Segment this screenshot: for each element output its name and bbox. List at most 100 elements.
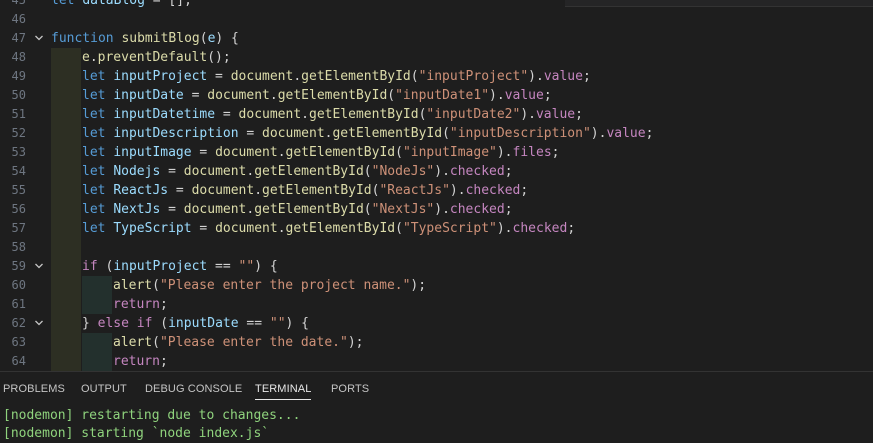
code-text: let inputDatetime = document.getElementB… <box>82 105 583 124</box>
code-line[interactable]: 59 if (inputProject == "") { <box>0 257 873 276</box>
code-line[interactable]: 64 return; <box>0 352 873 371</box>
code-line[interactable]: 52 let inputDescription = document.getEle… <box>0 124 873 143</box>
code-token: = <box>191 221 216 236</box>
code-token: ( <box>152 335 160 350</box>
tab-terminal[interactable]: TERMINAL <box>255 372 312 406</box>
code-token: checked <box>512 221 568 236</box>
code-token: ; <box>575 107 583 122</box>
panel-tabs: PROBLEMS OUTPUT DEBUG CONSOLE TERMINAL P… <box>0 372 873 406</box>
code-line[interactable]: 47 function submitBlog(e) { <box>0 29 873 48</box>
code-line[interactable]: 48 e.preventDefault(); <box>0 48 873 67</box>
code-token: let <box>51 0 83 8</box>
line-number: 59 <box>11 259 26 273</box>
code-token: ; <box>504 202 513 217</box>
code-line[interactable]: 61 return; <box>0 295 873 314</box>
code-token: . <box>277 221 286 236</box>
find-widget-edge <box>565 0 873 7</box>
code-line[interactable]: 51 let inputDatetime = document.getElemen… <box>0 105 873 124</box>
code-token: checked <box>449 164 505 179</box>
code-token: = <box>191 145 216 160</box>
code-text: let ReactJs = document.getElementById("R… <box>82 181 528 200</box>
code-token: ( <box>410 69 419 84</box>
code-token: e <box>82 50 90 65</box>
code-text: return; <box>113 295 168 314</box>
code-token: ; <box>504 164 513 179</box>
code-text: let NextJs = document.getElementById("Ne… <box>82 200 513 219</box>
code-text: let Nodejs = document.getElementById("No… <box>82 162 513 181</box>
code-token: ) { <box>285 316 310 331</box>
code-token: "NextJs" <box>371 202 435 217</box>
code-token: let <box>82 183 114 198</box>
code-token: getElementById <box>277 88 388 103</box>
code-line[interactable]: 54 let Nodejs = document.getElementById("… <box>0 162 873 181</box>
indent-guide <box>51 238 81 257</box>
code-text: return; <box>113 352 168 371</box>
indent-guide <box>51 257 81 276</box>
tab-output[interactable]: OUTPUT <box>81 372 127 406</box>
code-token: document <box>183 202 247 217</box>
code-token: "Please enter the project name." <box>159 278 411 293</box>
code-token: document <box>238 107 302 122</box>
code-token: document <box>191 183 255 198</box>
code-token: value <box>535 107 576 122</box>
code-token: checked <box>465 183 521 198</box>
code-line[interactable]: 62} else if (inputDate == "") { <box>0 314 873 333</box>
code-line[interactable]: 58 <box>0 238 873 257</box>
code-token: submitBlog <box>121 31 200 46</box>
tab-debug-console[interactable]: DEBUG CONSOLE <box>145 372 242 406</box>
code-token: ). <box>496 221 513 236</box>
code-token: document <box>183 164 247 179</box>
line-number: 56 <box>11 202 26 216</box>
code-token: document <box>262 126 325 141</box>
code-token: return <box>113 297 160 312</box>
line-number: 45 <box>11 0 26 7</box>
line-number: 49 <box>11 69 26 83</box>
code-token: checked <box>449 202 505 217</box>
code-text: } else if (inputDate == "") { <box>82 314 309 333</box>
code-token: inputImage <box>113 145 192 160</box>
code-token: "TypeScript" <box>402 221 497 236</box>
indent-guide <box>51 124 81 143</box>
code-token: ). <box>449 183 466 198</box>
line-number: 50 <box>11 88 26 102</box>
code-line[interactable]: 56 let NextJs = document.getElementById("… <box>0 200 873 219</box>
code-token: . <box>277 145 286 160</box>
line-number: 52 <box>11 126 26 140</box>
indent-guide <box>51 314 81 333</box>
code-token: ; <box>582 69 591 84</box>
code-line[interactable]: 50 let inputDate = document.getElementByI… <box>0 86 873 105</box>
line-number: 61 <box>11 297 26 311</box>
code-token: (); <box>207 50 231 65</box>
code-line[interactable]: 53 let inputImage = document.getElementBy… <box>0 143 873 162</box>
terminal-line: [nodemon] starting `node index.js` <box>3 426 270 441</box>
code-line[interactable]: 55 let ReactJs = document.getElementById(… <box>0 181 873 200</box>
code-token: "inputProject" <box>418 69 529 84</box>
code-line[interactable]: 63 alert("Please enter the date."); <box>0 333 873 352</box>
code-line[interactable]: 46 <box>0 10 873 29</box>
tab-ports[interactable]: PORTS <box>331 372 369 406</box>
code-line[interactable]: 49 let inputProject = document.getElement… <box>0 67 873 86</box>
code-token: inputProject <box>113 259 208 274</box>
code-token: . <box>301 107 309 122</box>
code-token: getElementById <box>254 202 364 217</box>
code-token: getElementById <box>301 69 411 84</box>
code-line[interactable]: 57 let TypeScript = document.getElementBy… <box>0 219 873 238</box>
bottom-panel: PROBLEMS OUTPUT DEBUG CONSOLE TERMINAL P… <box>0 371 873 441</box>
code-token: } <box>82 316 98 331</box>
code-token: getElementById <box>254 164 364 179</box>
code-token: ( <box>395 221 403 236</box>
indent-guide <box>51 86 81 105</box>
indent-guide <box>51 48 81 67</box>
code-token: function <box>51 31 122 46</box>
code-token: document <box>215 221 278 236</box>
code-token: return <box>113 354 160 369</box>
tab-problems[interactable]: PROBLEMS <box>3 372 65 406</box>
code-token: "inputDate1" <box>395 88 490 103</box>
code-token: "" <box>238 259 255 274</box>
code-line[interactable]: 60 alert("Please enter the project name."… <box>0 276 873 295</box>
code-token: let <box>82 145 114 160</box>
code-token: = []; <box>144 0 192 8</box>
indent-guide <box>51 200 81 219</box>
code-editor[interactable]: 45 let dataBlog = []; 46 47 function submitB… <box>0 0 873 371</box>
code-token: = <box>160 202 184 217</box>
